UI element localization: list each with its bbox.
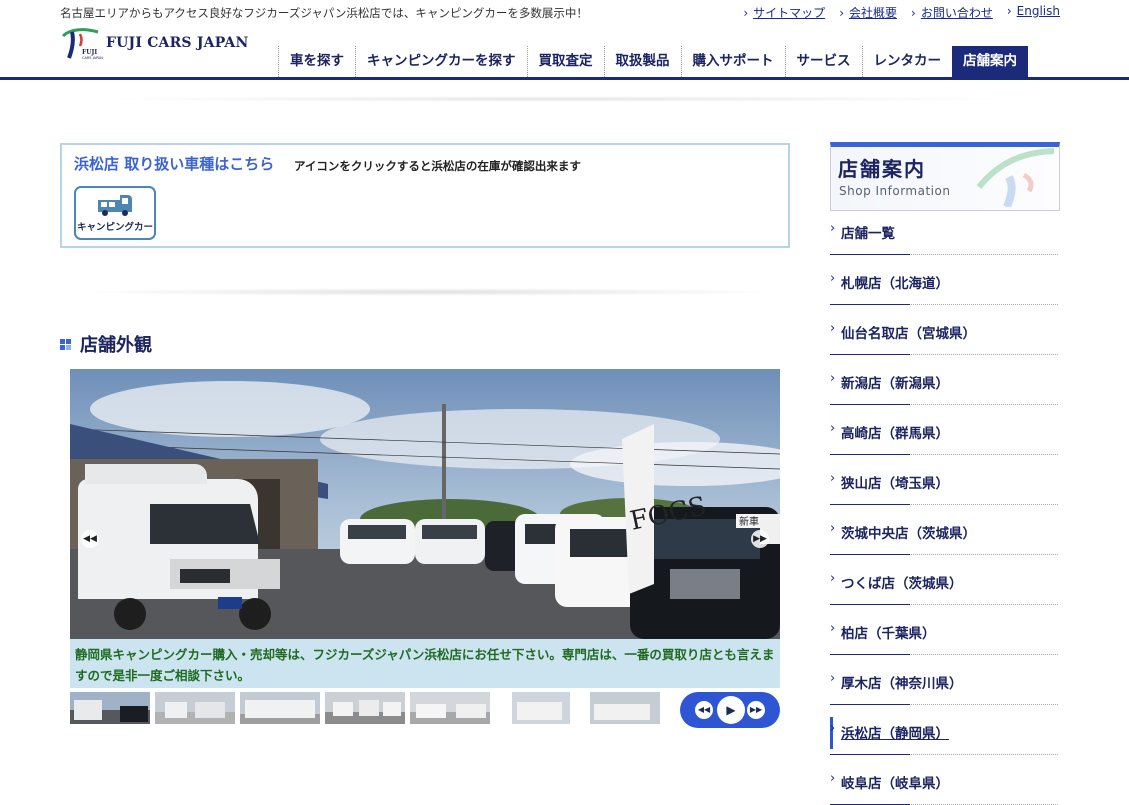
sidebar-header: 店舗案内 Shop Information [830, 142, 1060, 211]
store-link-takasaki[interactable]: › 高崎店（群馬県） [830, 405, 1058, 455]
section-heading: 店舗外観 [60, 331, 152, 357]
slideshow-controls: ◀◀ ▶ ▶▶ [680, 692, 780, 728]
chevron-right-icon: › [830, 671, 836, 686]
nav-search-cars[interactable]: 車を探す [278, 46, 355, 77]
store-link-sendai[interactable]: › 仙台名取店（宮城県） [830, 305, 1058, 355]
slideshow-play-button[interactable]: ▶ [717, 696, 745, 724]
thumbnail-2[interactable] [155, 692, 235, 724]
logo-text: FUJI CARS JAPAN [106, 35, 249, 51]
utility-links: サイトマップ 会社概要 お問い合わせ English [743, 4, 1060, 21]
nav-underline [0, 77, 1129, 80]
store-link-atsugi[interactable]: › 厚木店（神奈川県） [830, 655, 1058, 705]
store-exterior-photo: FOCS 新車 [70, 369, 780, 639]
site-logo[interactable]: FUJI CARS JAPAN FUJI CARS JAPAN [60, 26, 248, 60]
chevron-right-icon: › [830, 471, 836, 486]
store-link-list[interactable]: › 店舗一覧 [830, 205, 1058, 255]
thumbnail-3[interactable] [240, 692, 320, 724]
chevrons-left-icon: ◀◀ [83, 534, 97, 544]
site-tagline: 名古屋エリアからもアクセス良好なフジカーズジャパン浜松店では、キャンピングカーを… [60, 6, 588, 20]
store-link-kashiwa[interactable]: › 柏店（千葉県） [830, 605, 1058, 655]
nav-services[interactable]: サービス [784, 46, 862, 77]
slide-caption: 静岡県キャンピングカー購入・売却等は、フジカーズジャパン浜松店にお任せ下さい。専… [70, 639, 780, 688]
store-link-tsukuba[interactable]: › つくば店（茨城県） [830, 555, 1058, 605]
store-link-niigata[interactable]: › 新潟店（新潟県） [830, 355, 1058, 405]
chevron-right-icon: › [830, 321, 836, 336]
company-link[interactable]: 会社概要 [839, 4, 897, 21]
thumbnail-4[interactable] [325, 692, 405, 724]
slide-prev-button[interactable]: ◀◀ [81, 530, 99, 548]
store-link-ibaraki-chuo[interactable]: › 茨城中央店（茨城県） [830, 505, 1058, 555]
chevron-right-icon: › [830, 521, 836, 536]
svg-text:新車: 新車 [739, 515, 759, 528]
logo-mark-icon: FUJI CARS JAPAN [61, 28, 103, 60]
nav-rental[interactable]: レンタカー [861, 46, 953, 77]
camper-icon [98, 195, 132, 216]
global-nav: 車を探す キャンピングカーを探す 買取査定 取扱製品 購入サポート サービス レ… [278, 46, 1028, 77]
sidebar-subtitle: Shop Information [839, 184, 951, 198]
thumbnail-6[interactable] [495, 692, 575, 724]
chevron-right-icon: › [830, 771, 836, 786]
sidebar-title: 店舗案内 [838, 157, 926, 181]
chevron-right-icon: › [830, 221, 836, 236]
section-shadow [70, 288, 790, 296]
thumbnail-strip [70, 692, 665, 724]
vehicle-type-note: アイコンをクリックすると浜松店の在庫が確認出来ます [294, 159, 581, 173]
chevron-right-icon: › [830, 571, 836, 586]
section-title: 店舗外観 [80, 335, 152, 356]
svg-text:FUJI: FUJI [82, 49, 97, 56]
chevron-right-icon: › [830, 271, 836, 286]
nav-appraisal[interactable]: 買取査定 [526, 46, 604, 77]
play-icon: ▶ [726, 703, 736, 717]
chevron-right-icon: › [830, 721, 836, 736]
camper-category-label: キャンピングカー [76, 222, 153, 233]
nav-products[interactable]: 取扱製品 [603, 46, 681, 77]
nav-search-campers[interactable]: キャンピングカーを探す [355, 46, 527, 77]
slideshow-forward-button[interactable]: ▶▶ [747, 701, 765, 719]
vehicle-type-box: 浜松店 取り扱い車種はこちら アイコンをクリックすると浜松店の在庫が確認出来ます… [60, 143, 790, 248]
store-list: › 店舗一覧 › 札幌店（北海道） › 仙台名取店（宮城県） › 新潟店（新潟県） › 高… [830, 205, 1058, 805]
store-link-gifu[interactable]: › 岐阜店（岐阜県） [830, 755, 1058, 805]
camper-category-button[interactable]: キャンピングカー [74, 186, 156, 240]
slide-caption-text: 静岡県キャンピングカー購入・売却等は、フジカーズジャパン浜松店にお任せ下さい。専… [75, 647, 775, 683]
vehicle-type-heading: 浜松店 取り扱い車種はこちら [74, 155, 275, 173]
thumbnail-7[interactable] [580, 692, 660, 724]
chevron-right-icon: › [830, 371, 836, 386]
contact-link[interactable]: お問い合わせ [911, 4, 993, 21]
sitemap-link[interactable]: サイトマップ [743, 4, 825, 21]
svg-text:CARS JAPAN: CARS JAPAN [82, 56, 103, 60]
slideshow-rewind-button[interactable]: ◀◀ [695, 701, 713, 719]
header-shadow [95, 96, 1015, 102]
store-link-sayama[interactable]: › 狭山店（埼玉県） [830, 455, 1058, 505]
chevrons-left-icon: ◀◀ [697, 705, 711, 714]
chevrons-right-icon: ▶▶ [753, 534, 767, 544]
slide-next-button[interactable]: ▶▶ [751, 530, 769, 548]
chevron-right-icon: › [830, 421, 836, 436]
nav-shop-info[interactable]: 店舗案内 [952, 46, 1028, 77]
sidebar-decoration-icon [976, 148, 1055, 207]
store-link-hamamatsu[interactable]: › 浜松店（静岡県） [830, 705, 1058, 755]
thumbnail-1[interactable] [70, 692, 150, 724]
chevrons-right-icon: ▶▶ [749, 705, 763, 714]
thumbnail-5[interactable] [410, 692, 490, 724]
english-link[interactable]: English [1007, 4, 1060, 21]
section-bullet-icon [60, 338, 71, 350]
nav-purchase-support[interactable]: 購入サポート [680, 46, 785, 77]
store-link-sapporo[interactable]: › 札幌店（北海道） [830, 255, 1058, 305]
chevron-right-icon: › [830, 621, 836, 636]
